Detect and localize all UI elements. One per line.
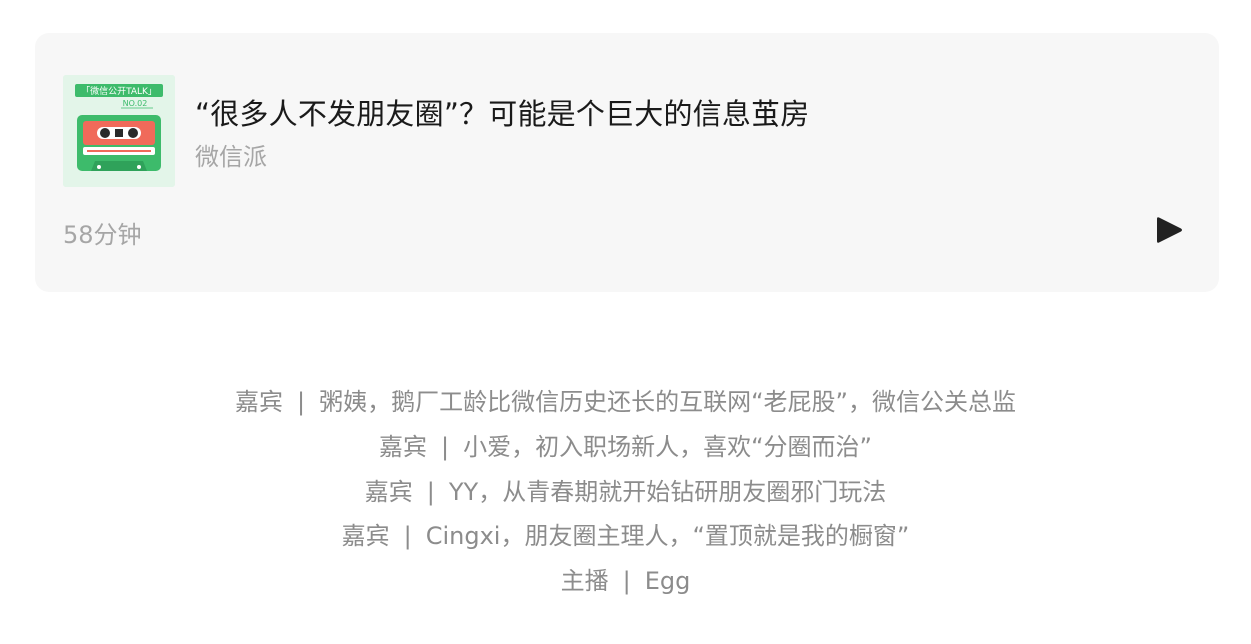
credit-line: 嘉宾 | YY，从青春期就开始钻研朋友圈邪门玩法 — [0, 470, 1251, 515]
episode-duration: 58分钟 — [63, 221, 142, 249]
credits-list: 嘉宾 | 粥姨，鹅厂工龄比微信历史还长的互联网“老屁股”，微信公关总监 嘉宾 | 小爱，… — [0, 380, 1251, 604]
audio-card[interactable]: 「微信公开TALK」 NO.02 “很多人不发朋友圈”？可能是个巨大的信息茧房 … — [35, 33, 1219, 292]
credit-role: 嘉宾 — [341, 522, 390, 551]
credit-role: 嘉宾 — [235, 388, 284, 416]
podcast-cover-image: 「微信公开TALK」 NO.02 — [63, 75, 175, 187]
credit-line: 嘉宾 | Cingxi，朋友圈主理人，“置顶就是我的橱窗” — [0, 514, 1251, 559]
credit-separator: | — [441, 432, 450, 461]
credit-line: 主播 | Egg — [0, 559, 1251, 604]
credit-separator: | — [622, 567, 631, 596]
credit-separator: | — [297, 388, 306, 416]
credit-description: Cingxi，朋友圈主理人，“置顶就是我的橱窗” — [425, 522, 910, 551]
credit-description: 粥姨，鹅厂工龄比微信历史还长的互联网“老屁股”，微信公关总监 — [319, 388, 1016, 416]
credit-description: 小爱，初入职场新人，喜欢“分圈而治” — [463, 432, 872, 461]
credit-separator: | — [426, 477, 435, 506]
credit-role: 嘉宾 — [364, 477, 413, 506]
play-icon — [1157, 217, 1182, 243]
cover-episode-text: NO.02 — [123, 99, 148, 108]
credit-role: 嘉宾 — [379, 432, 428, 461]
credit-separator: | — [403, 522, 412, 551]
episode-title[interactable]: “很多人不发朋友圈”？可能是个巨大的信息茧房 — [195, 91, 809, 133]
play-button[interactable] — [1152, 213, 1186, 247]
credit-role: 主播 — [560, 567, 609, 596]
credit-description: YY，从青春期就开始钻研朋友圈邪门玩法 — [448, 477, 887, 506]
credit-description: Egg — [644, 567, 691, 596]
cover-badge-text: 「微信公开TALK」 — [81, 85, 157, 97]
credit-line: 嘉宾 | 粥姨，鹅厂工龄比微信历史还长的互联网“老屁股”，微信公关总监 — [0, 380, 1251, 425]
credit-line: 嘉宾 | 小爱，初入职场新人，喜欢“分圈而治” — [0, 425, 1251, 470]
channel-name: 微信派 — [195, 143, 267, 171]
